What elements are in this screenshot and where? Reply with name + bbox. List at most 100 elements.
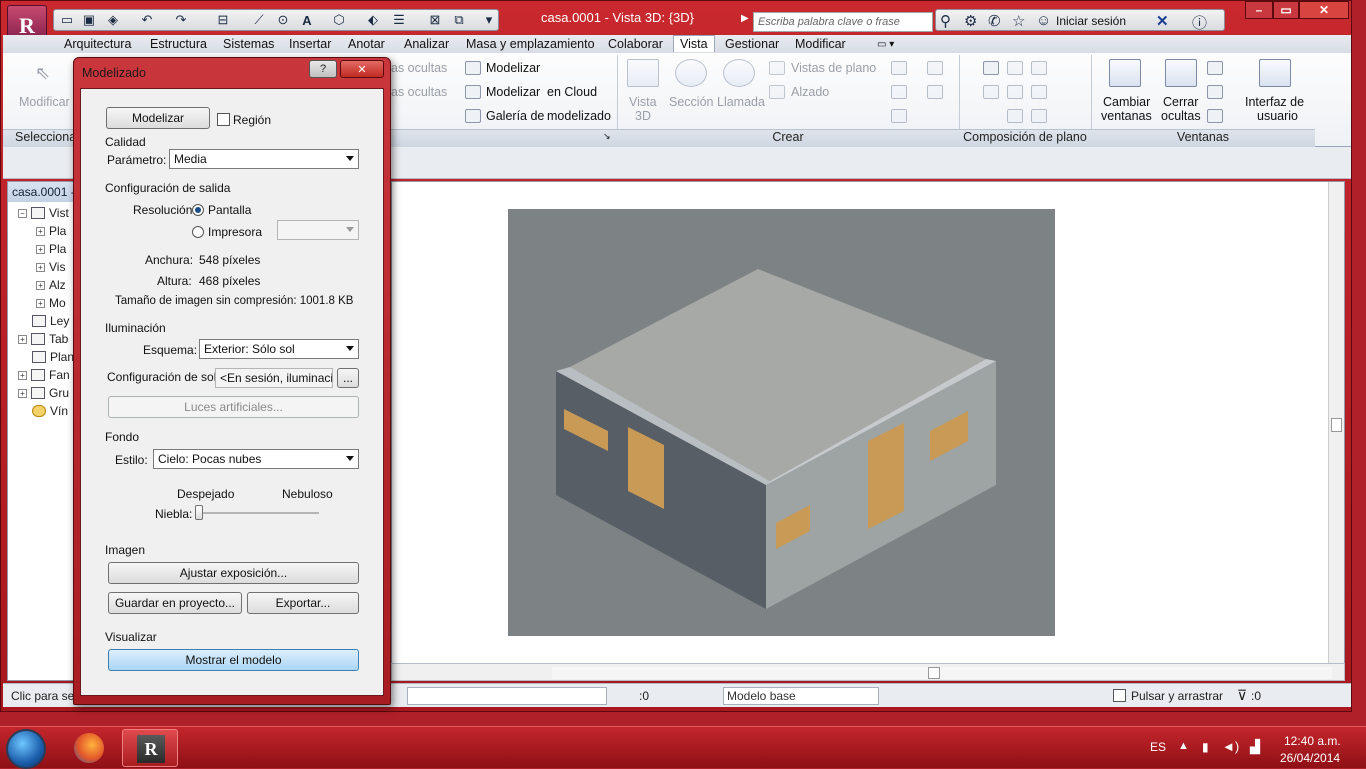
view-reference-icon[interactable]: [1007, 109, 1023, 123]
close-hidden-icon[interactable]: ⊠: [426, 11, 444, 29]
3d-viewport[interactable]: [391, 181, 1345, 666]
cascade-icon[interactable]: [1207, 85, 1223, 99]
text-icon[interactable]: A: [298, 11, 316, 29]
clock-date[interactable]: 26/04/2014: [1280, 751, 1340, 765]
save-icon[interactable]: ▣: [80, 11, 98, 29]
tab-modificar[interactable]: Modificar: [795, 36, 846, 53]
viewports-icon[interactable]: [1031, 109, 1047, 123]
elevation-button[interactable]: Alzado: [791, 85, 829, 99]
viewport-vertical-scrollbar[interactable]: [1328, 182, 1344, 666]
tray-expand-icon[interactable]: ▲: [1178, 740, 1189, 752]
tag-icon[interactable]: ⊙: [274, 11, 292, 29]
battery-icon[interactable]: ▮: [1202, 740, 1209, 754]
plan-views-button[interactable]: Vistas de plano: [791, 61, 876, 75]
tree-item-legends[interactable]: Ley: [32, 312, 69, 330]
exchange-icon[interactable]: ✕: [1156, 12, 1169, 30]
tab-masa[interactable]: Masa y emplazamiento: [466, 36, 595, 53]
tree-item-groups[interactable]: + Gru: [18, 384, 69, 402]
modify-button-label[interactable]: Modificar: [19, 95, 70, 109]
hidden-lines-label-1[interactable]: as ocultas: [391, 61, 447, 75]
legends-icon[interactable]: [891, 109, 907, 123]
favorites-star-icon[interactable]: ☆: [1012, 12, 1025, 30]
background-style-select[interactable]: Cielo: Pocas nubes: [153, 449, 359, 469]
maximize-button[interactable]: ▭: [1273, 1, 1299, 19]
render-button[interactable]: Modelizar: [486, 61, 540, 75]
export-button[interactable]: Exportar...: [247, 592, 359, 614]
printer-radio[interactable]: [192, 226, 204, 238]
tree-item-families[interactable]: + Fan: [18, 366, 70, 384]
guide-grid-icon[interactable]: [1031, 85, 1047, 99]
render-start-button[interactable]: Modelizar: [106, 107, 210, 129]
tab-sistemas[interactable]: Sistemas: [223, 36, 274, 53]
revisions-icon[interactable]: [1007, 85, 1023, 99]
volume-icon[interactable]: ◄): [1222, 739, 1239, 754]
tab-estructura[interactable]: Estructura: [150, 36, 207, 53]
replicate-icon[interactable]: [1207, 61, 1223, 75]
tab-insertar[interactable]: Insertar: [289, 36, 331, 53]
tab-analizar[interactable]: Analizar: [404, 36, 449, 53]
user-interface-button[interactable]: Interfaz de: [1245, 95, 1304, 109]
default-3d-icon[interactable]: ⬡: [330, 11, 348, 29]
communication-icon[interactable]: ✆: [988, 12, 1001, 30]
search-expand-icon[interactable]: ▶: [741, 13, 749, 24]
tree-item[interactable]: + Pla: [36, 222, 66, 240]
quality-setting-select[interactable]: Media: [169, 149, 359, 169]
artificial-lights-button[interactable]: Luces artificiales...: [108, 396, 359, 418]
screen-radio[interactable]: [192, 204, 204, 216]
adjust-exposure-button[interactable]: Ajustar exposición...: [108, 562, 359, 584]
tree-item[interactable]: + Vis: [36, 258, 65, 276]
scope-box-icon[interactable]: [891, 85, 907, 99]
tree-item[interactable]: + Alz: [36, 276, 66, 294]
matchline-icon[interactable]: [1031, 61, 1047, 75]
switch-windows-icon[interactable]: ⧉: [450, 11, 468, 29]
customize-dropdown-icon[interactable]: ▾: [480, 11, 498, 29]
dialog-close-button[interactable]: ✕: [340, 60, 384, 78]
binoculars-icon[interactable]: ⚲: [940, 12, 951, 30]
new-sheet-icon[interactable]: [983, 61, 999, 75]
tree-item-sheets[interactable]: Plan: [32, 348, 74, 366]
3d-view-button[interactable]: Vista: [629, 95, 657, 109]
scroll-thumb[interactable]: [1331, 418, 1342, 432]
place-view-icon[interactable]: [983, 85, 999, 99]
tab-arquitectura[interactable]: Arquitectura: [64, 36, 131, 53]
thin-lines-icon[interactable]: ☰: [390, 11, 408, 29]
sun-setting-button[interactable]: ...: [337, 368, 359, 388]
dialog-help-button[interactable]: ?: [309, 60, 337, 78]
tile-icon[interactable]: [1207, 109, 1223, 123]
tab-colaborar[interactable]: Colaborar: [608, 36, 663, 53]
tab-anotar[interactable]: Anotar: [348, 36, 385, 53]
duplicate-view-icon[interactable]: [927, 85, 943, 99]
switch-windows-button[interactable]: Cambiar: [1103, 95, 1150, 109]
drafting-view-icon[interactable]: [927, 61, 943, 75]
taskbar-firefox[interactable]: [62, 729, 118, 767]
help-icon[interactable]: ⓘ: [1192, 12, 1207, 33]
cursor-icon[interactable]: ⇖: [35, 63, 50, 84]
callout-button[interactable]: Llamada: [717, 95, 765, 109]
cloud-render-button[interactable]: Modelizar: [486, 85, 540, 99]
sync-icon[interactable]: ◈: [104, 11, 122, 29]
tab-gestionar[interactable]: Gestionar: [725, 36, 779, 53]
close-hidden-button[interactable]: Cerrar: [1163, 95, 1198, 109]
titleblock-icon[interactable]: [1007, 61, 1023, 75]
user-icon[interactable]: ☺: [1036, 12, 1051, 29]
subscription-icon[interactable]: ⚙: [964, 12, 977, 30]
region-checkbox[interactable]: [217, 113, 230, 126]
open-icon[interactable]: ▭: [58, 11, 76, 29]
scroll-thumb[interactable]: [928, 667, 940, 679]
section-icon[interactable]: ⬖: [364, 11, 382, 29]
tree-item-links[interactable]: Vín: [32, 402, 68, 420]
tree-item-views[interactable]: − Vist: [18, 204, 69, 222]
search-input[interactable]: Escriba palabra clave o frase: [753, 12, 933, 32]
section-button[interactable]: Sección: [669, 95, 713, 109]
close-button[interactable]: ✕: [1299, 1, 1349, 19]
clock-time[interactable]: 12:40 a.m.: [1284, 734, 1341, 748]
measure-icon[interactable]: ⊟: [214, 11, 232, 29]
schedules-icon[interactable]: [891, 61, 907, 75]
start-button[interactable]: [6, 729, 46, 769]
tree-item[interactable]: + Mo: [36, 294, 66, 312]
design-option-dropdown[interactable]: Modelo base: [723, 687, 879, 705]
taskbar-revit[interactable]: R: [122, 729, 178, 767]
panel-launcher-icon[interactable]: ↘: [603, 131, 611, 142]
drag-checkbox[interactable]: [1113, 689, 1126, 702]
undo-icon[interactable]: ↶: [138, 11, 156, 29]
